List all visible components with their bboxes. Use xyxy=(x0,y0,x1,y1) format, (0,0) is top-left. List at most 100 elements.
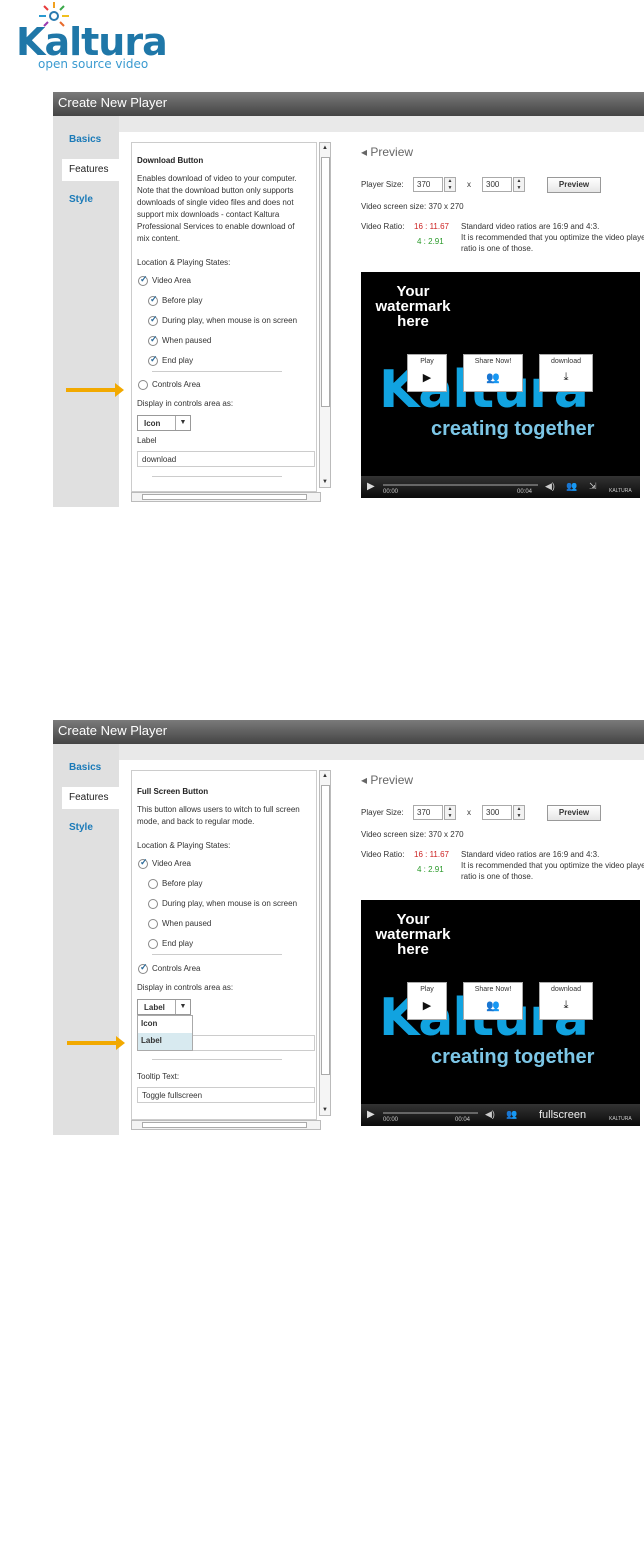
download-icon[interactable]: ⇲ xyxy=(589,481,597,492)
feature-form: Download Button Enables download of vide… xyxy=(131,142,317,492)
scroll-thumb[interactable] xyxy=(142,494,307,500)
end-play-checkbox[interactable] xyxy=(148,354,158,366)
nav-basics[interactable]: Basics xyxy=(69,134,101,145)
ratio-note: It is recommended that you optimize the … xyxy=(461,861,644,870)
ratio-value-4: 4 : 2.91 xyxy=(417,237,444,246)
share-overlay-button[interactable]: Share Now! 👥 xyxy=(463,982,523,1020)
during-play-label: During play, when mouse is on screen xyxy=(162,316,298,325)
horizontal-scrollbar[interactable] xyxy=(131,1120,321,1130)
nav-style[interactable]: Style xyxy=(69,822,93,833)
vertical-scrollbar[interactable]: ▲ ▼ xyxy=(319,770,331,1116)
label-input[interactable]: download xyxy=(137,451,315,467)
during-play-checkbox[interactable] xyxy=(148,899,158,909)
video-area-checkbox[interactable] xyxy=(138,857,148,869)
description-line: mode, and back to regular mode. xyxy=(137,817,255,826)
height-input[interactable]: 300 xyxy=(482,177,512,192)
controls-area-checkbox[interactable] xyxy=(138,380,148,390)
controls-area-label: Controls Area xyxy=(152,380,201,389)
preview-header[interactable]: ◂ Preview xyxy=(361,773,413,787)
fullscreen-label-button[interactable]: fullscreen xyxy=(539,1109,586,1121)
width-stepper[interactable]: ▲ ▼ xyxy=(444,177,456,192)
logo-tagline: open source video xyxy=(38,57,149,71)
share-icon[interactable]: 👥 xyxy=(506,1109,517,1120)
times-sign: x xyxy=(467,808,471,817)
horizontal-scrollbar[interactable] xyxy=(131,492,321,502)
scrubber[interactable] xyxy=(383,484,538,486)
volume-icon[interactable]: ◀) xyxy=(545,481,555,492)
feature-form: Full Screen Button This button allows us… xyxy=(131,770,317,1120)
preview-button[interactable]: Preview xyxy=(547,177,601,193)
create-player-panel-fullscreen: Create New Player Basics Features Style … xyxy=(53,720,644,1135)
control-bar: ▶ 00:00 00:04 ◀) 👥 fullscreen KALTURA xyxy=(361,1104,640,1126)
share-overlay-button[interactable]: Share Now! 👥 xyxy=(463,354,523,392)
controls-area-checkbox[interactable] xyxy=(138,962,148,974)
description-line: Enables download of video to your comput… xyxy=(137,174,297,183)
section-title: Full Screen Button xyxy=(137,787,209,796)
nav-style[interactable]: Style xyxy=(69,194,93,205)
display-as-select[interactable]: Icon ▼ xyxy=(137,415,191,431)
chevron-down-icon: ▼ xyxy=(175,1000,190,1014)
nav-basics[interactable]: Basics xyxy=(69,762,101,773)
option-icon[interactable]: Icon xyxy=(138,1016,192,1033)
play-icon[interactable]: ▶ xyxy=(367,1109,375,1120)
divider xyxy=(152,1059,282,1060)
end-play-checkbox[interactable] xyxy=(148,939,158,949)
scroll-down-icon[interactable]: ▼ xyxy=(322,479,328,485)
kaltura-logo: Kaltura open source video xyxy=(14,0,168,72)
preview-header[interactable]: ◂ Preview xyxy=(361,145,413,159)
share-icon[interactable]: 👥 xyxy=(566,481,577,492)
width-input[interactable]: 370 xyxy=(413,177,443,192)
video-player[interactable]: Yourwatermarkhere Kaltura creating toget… xyxy=(361,900,640,1126)
vertical-scrollbar[interactable]: ▲ ▼ xyxy=(319,142,331,488)
play-icon: ▶ xyxy=(422,372,432,384)
end-play-label: End play xyxy=(162,356,194,365)
scroll-up-icon[interactable]: ▲ xyxy=(322,145,328,151)
nav-features[interactable]: Features xyxy=(62,159,119,181)
play-overlay-button[interactable]: Play ▶ xyxy=(407,354,447,392)
scrubber[interactable] xyxy=(383,1112,478,1114)
divider xyxy=(152,371,282,372)
option-label[interactable]: Label xyxy=(138,1033,192,1050)
controls-area-label: Controls Area xyxy=(152,964,201,973)
height-stepper[interactable]: ▲ ▼ xyxy=(513,805,525,820)
tooltip-input[interactable]: Toggle fullscreen xyxy=(137,1087,315,1103)
nav-features[interactable]: Features xyxy=(62,787,119,809)
during-play-checkbox[interactable] xyxy=(148,314,158,326)
height-stepper[interactable]: ▲ ▼ xyxy=(513,177,525,192)
when-paused-checkbox[interactable] xyxy=(148,919,158,929)
ratio-value-16: 16 : 11.67 xyxy=(414,850,449,859)
play-icon[interactable]: ▶ xyxy=(367,481,375,492)
before-play-checkbox[interactable] xyxy=(148,879,158,889)
time-end: 00:04 xyxy=(455,1117,471,1123)
before-play-label: Before play xyxy=(162,296,203,305)
scroll-thumb[interactable] xyxy=(321,785,330,1075)
play-overlay-button[interactable]: Play ▶ xyxy=(407,982,447,1020)
scroll-down-icon[interactable]: ▼ xyxy=(322,1107,328,1113)
when-paused-label: When paused xyxy=(162,919,212,928)
share-people-icon: 👥 xyxy=(486,372,500,384)
before-play-checkbox[interactable] xyxy=(148,294,158,306)
height-input[interactable]: 300 xyxy=(482,805,512,820)
width-input[interactable]: 370 xyxy=(413,805,443,820)
content-area: Full Screen Button This button allows us… xyxy=(119,760,644,1135)
create-player-panel-download: Create New Player Basics Features Style … xyxy=(53,92,644,507)
ratio-value-4: 4 : 2.91 xyxy=(417,865,444,874)
when-paused-checkbox[interactable] xyxy=(148,334,158,346)
video-player[interactable]: Yourwatermarkhere Kaltura creating toget… xyxy=(361,272,640,498)
video-slogan: creating together xyxy=(431,418,595,440)
video-area-checkbox[interactable] xyxy=(138,274,148,286)
kaltura-credit[interactable]: KALTURA xyxy=(609,1116,632,1122)
scroll-thumb[interactable] xyxy=(321,157,330,407)
kaltura-credit[interactable]: KALTURA xyxy=(609,488,632,494)
preview-button[interactable]: Preview xyxy=(547,805,601,821)
control-bar: ▶ 00:00 00:04 ◀) 👥 ⇲ KALTURA xyxy=(361,476,640,498)
display-as-select[interactable]: Label ▼ xyxy=(137,999,191,1015)
width-stepper[interactable]: ▲ ▼ xyxy=(444,805,456,820)
description-line: mix content. xyxy=(137,234,181,243)
download-overlay-button[interactable]: download ⤓ xyxy=(539,354,593,392)
volume-icon[interactable]: ◀) xyxy=(485,1109,495,1120)
download-overlay-button[interactable]: download ⤓ xyxy=(539,982,593,1020)
scroll-thumb[interactable] xyxy=(142,1122,307,1128)
preview-header-label: Preview xyxy=(370,145,414,159)
scroll-up-icon[interactable]: ▲ xyxy=(322,773,328,779)
